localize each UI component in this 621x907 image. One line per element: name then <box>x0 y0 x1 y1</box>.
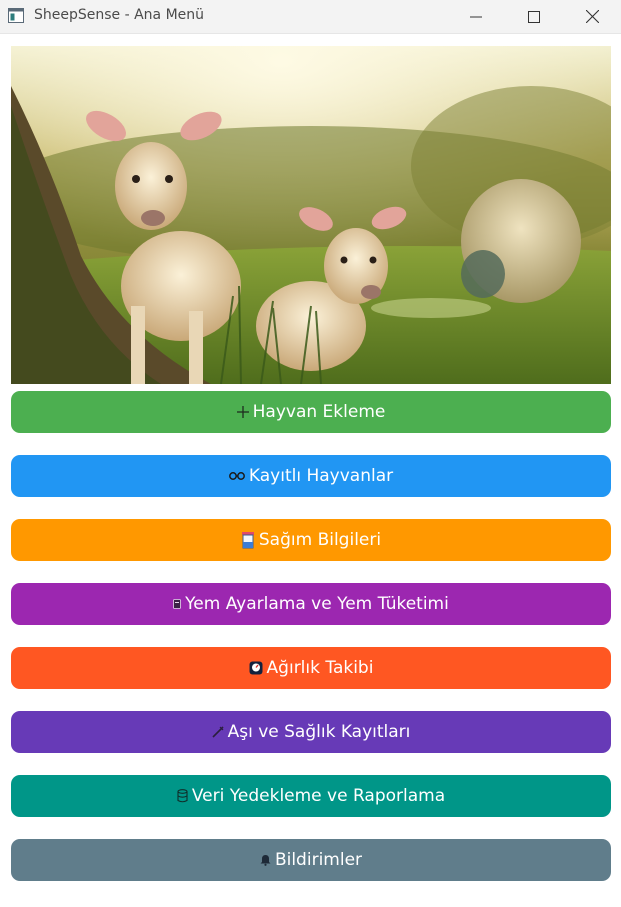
feed-icon <box>173 599 182 609</box>
maximize-icon <box>528 10 540 23</box>
menu-button-label: Yem Ayarlama ve Yem Tüketimi <box>185 594 449 614</box>
close-icon <box>585 10 599 23</box>
menu-button-veri-yedekleme[interactable]: Veri Yedekleme ve Raporlama <box>11 775 611 817</box>
window-title: SheepSense - Ana Menü <box>34 7 205 23</box>
database-icon <box>177 789 188 803</box>
sheep-lambs-photo <box>11 46 611 384</box>
menu-button-yem-ayarlama[interactable]: Yem Ayarlama ve Yem Tüketimi <box>11 583 611 625</box>
minimize-button[interactable] <box>447 0 505 33</box>
menu-button-label: Sağım Bilgileri <box>258 530 382 550</box>
menu-button-sagim-bilgileri[interactable]: Sağım Bilgileri <box>11 519 611 561</box>
menu-button-label: Bildirimler <box>274 850 363 870</box>
menu-button-label: Veri Yedekleme ve Raporlama <box>191 786 446 806</box>
close-button[interactable] <box>563 0 621 33</box>
milk-jug-icon <box>241 531 255 549</box>
app-icon <box>8 8 24 23</box>
menu-button-kayitli-hayvanlar[interactable]: Kayıtlı Hayvanlar <box>11 455 611 497</box>
scale-icon <box>249 661 263 675</box>
menu-button-label: Kayıtlı Hayvanlar <box>248 466 394 486</box>
menu-button-label: Hayvan Ekleme <box>252 402 386 422</box>
menu-button-hayvan-ekleme[interactable]: Hayvan Ekleme <box>11 391 611 433</box>
hero-image <box>11 46 611 384</box>
menu-button-bildirimler[interactable]: Bildirimler <box>11 839 611 881</box>
bell-icon <box>260 854 271 866</box>
menu-button-label: Ağırlık Takibi <box>266 658 374 678</box>
glasses-icon <box>228 471 245 481</box>
title-bar: SheepSense - Ana Menü <box>0 0 621 34</box>
maximize-button[interactable] <box>505 0 563 33</box>
minimize-icon <box>470 16 482 17</box>
syringe-icon <box>212 726 224 738</box>
menu-button-agirlik-takibi[interactable]: Ağırlık Takibi <box>11 647 611 689</box>
plus-icon <box>236 406 249 418</box>
menu-button-label: Aşı ve Sağlık Kayıtları <box>227 722 411 742</box>
menu-button-asi-saglik[interactable]: Aşı ve Sağlık Kayıtları <box>11 711 611 753</box>
